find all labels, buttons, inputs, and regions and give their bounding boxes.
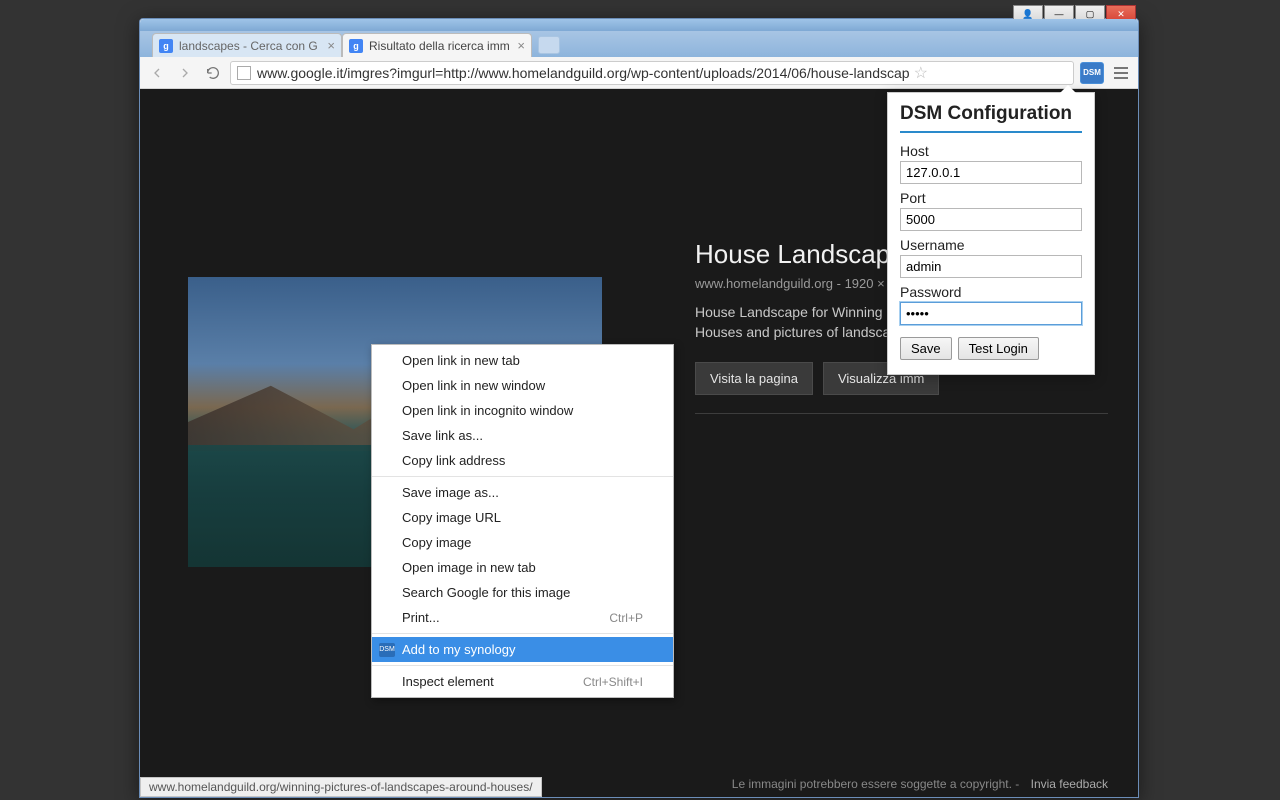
tab-landscapes[interactable]: g landscapes - Cerca con G ×: [152, 33, 342, 57]
ctx-inspect-shortcut: Ctrl+Shift+I: [583, 675, 643, 689]
ctx-search-google-image[interactable]: Search Google for this image: [372, 580, 673, 605]
ctx-inspect-label: Inspect element: [402, 674, 494, 689]
close-tab-icon[interactable]: ×: [517, 38, 525, 53]
footer: Le immagini potrebbero essere soggette a…: [732, 777, 1108, 791]
google-favicon-icon: g: [159, 39, 173, 53]
tab-title: Risultato della ricerca imm: [369, 39, 510, 53]
dsm-title: DSM Configuration: [900, 103, 1082, 125]
bookmark-star-icon[interactable]: ☆: [914, 63, 928, 83]
password-input[interactable]: [900, 302, 1082, 325]
separator: [695, 413, 1108, 414]
ctx-open-link-new-tab[interactable]: Open link in new tab: [372, 348, 673, 373]
status-bar: www.homelandguild.org/winning-pictures-o…: [140, 777, 542, 797]
address-bar[interactable]: www.google.it/imgres?imgurl=http://www.h…: [230, 61, 1074, 85]
forward-button[interactable]: [174, 62, 196, 84]
tab-title: landscapes - Cerca con G: [179, 39, 318, 53]
dsm-config-popup: DSM Configuration Host Port Username Pas…: [887, 92, 1095, 375]
ctx-copy-link-address[interactable]: Copy link address: [372, 448, 673, 473]
ctx-add-to-synology[interactable]: DSM Add to my synology: [372, 637, 673, 662]
tabstrip: g landscapes - Cerca con G × g Risultato…: [140, 31, 1138, 57]
visit-page-button[interactable]: Visita la pagina: [695, 362, 813, 395]
ctx-print-shortcut: Ctrl+P: [609, 611, 643, 625]
dsm-icon: DSM: [379, 643, 395, 657]
hamburger-menu-button[interactable]: [1110, 62, 1132, 84]
save-button[interactable]: Save: [900, 337, 952, 360]
new-tab-button[interactable]: [538, 36, 560, 54]
ctx-open-link-new-window[interactable]: Open link in new window: [372, 373, 673, 398]
browser-window: 👤 — ▢ ✕ g landscapes - Cerca con G × g R…: [139, 18, 1139, 798]
ctx-inspect-element[interactable]: Inspect element Ctrl+Shift+I: [372, 669, 673, 694]
page-icon: [237, 66, 251, 80]
port-label: Port: [900, 190, 1082, 206]
password-label: Password: [900, 284, 1082, 300]
dsm-extension-button[interactable]: DSM: [1080, 62, 1104, 84]
back-button[interactable]: [146, 62, 168, 84]
titlebar[interactable]: [140, 19, 1138, 31]
ctx-print-label: Print...: [402, 610, 440, 625]
test-login-button[interactable]: Test Login: [958, 337, 1039, 360]
ctx-print[interactable]: Print... Ctrl+P: [372, 605, 673, 630]
ctx-synology-label: Add to my synology: [402, 642, 515, 657]
feedback-link[interactable]: Invia feedback: [1031, 777, 1108, 791]
tab-risultato[interactable]: g Risultato della ricerca imm ×: [342, 33, 532, 57]
url-text: www.google.it/imgres?imgurl=http://www.h…: [257, 65, 910, 81]
ctx-save-image-as[interactable]: Save image as...: [372, 480, 673, 505]
ctx-open-link-incognito[interactable]: Open link in incognito window: [372, 398, 673, 423]
ctx-save-link-as[interactable]: Save link as...: [372, 423, 673, 448]
context-menu: Open link in new tab Open link in new wi…: [371, 344, 674, 698]
username-label: Username: [900, 237, 1082, 253]
separator: [372, 476, 673, 477]
host-label: Host: [900, 143, 1082, 159]
close-tab-icon[interactable]: ×: [327, 38, 335, 53]
host-input[interactable]: [900, 161, 1082, 184]
ctx-copy-image[interactable]: Copy image: [372, 530, 673, 555]
port-input[interactable]: [900, 208, 1082, 231]
reload-button[interactable]: [202, 62, 224, 84]
ctx-open-image-new-tab[interactable]: Open image in new tab: [372, 555, 673, 580]
google-favicon-icon: g: [349, 39, 363, 53]
dsm-separator: [900, 131, 1082, 133]
separator: [372, 633, 673, 634]
toolbar: www.google.it/imgres?imgurl=http://www.h…: [140, 57, 1138, 89]
footer-copyright: Le immagini potrebbero essere soggette a…: [732, 777, 1020, 791]
ctx-copy-image-url[interactable]: Copy image URL: [372, 505, 673, 530]
username-input[interactable]: [900, 255, 1082, 278]
separator: [372, 665, 673, 666]
